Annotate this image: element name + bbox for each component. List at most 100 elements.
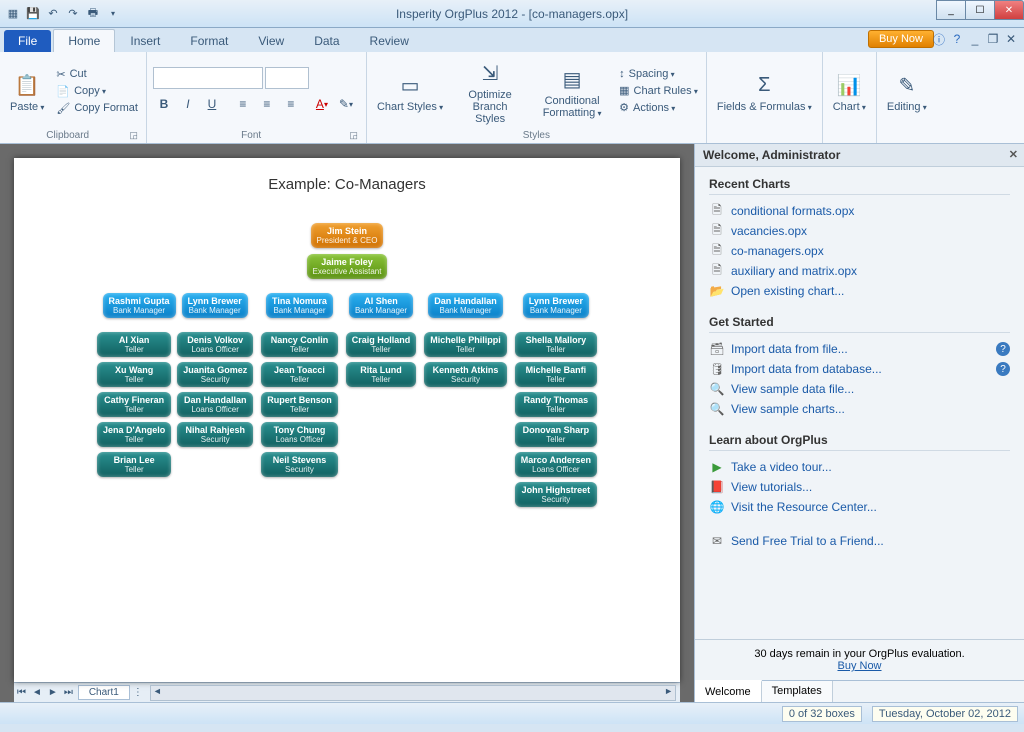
buy-now-button[interactable]: Buy Now [868,30,934,48]
node-employee[interactable]: Jean ToacciTeller [261,362,338,387]
maximize-button[interactable]: ☐ [965,0,995,20]
help-icon[interactable]: ? [996,342,1010,356]
highlight-button[interactable]: ✎ [335,93,357,115]
align-right-button[interactable]: ≡ [280,93,302,115]
align-center-button[interactable]: ≡ [256,93,278,115]
node-employee[interactable]: John HighstreetSecurity [515,482,597,507]
conditional-formatting-button[interactable]: ▤Conditional Formatting [533,54,611,128]
minimize-button[interactable]: _ [936,0,966,20]
help-icon[interactable]: ? [950,32,964,46]
node-employee[interactable]: Donovan SharpTeller [515,422,597,447]
cut-button[interactable]: ✂Cut [54,67,140,82]
node-employee[interactable]: Shella MalloryTeller [515,332,597,357]
bold-button[interactable]: B [153,93,175,115]
sample-file-link[interactable]: 🔍View sample data file... [709,379,1010,399]
node-employee[interactable]: Denis VolkovLoans Officer [177,332,253,357]
tab-review[interactable]: Review [355,29,424,52]
node-manager[interactable]: Dan HandallanBank Manager [428,293,503,318]
paste-button[interactable]: 📋Paste [6,54,48,128]
info-icon[interactable]: ⓘ [932,32,946,46]
copy-button[interactable]: 📄Copy [54,84,140,99]
resource-center-link[interactable]: 🌐Visit the Resource Center... [709,497,1010,517]
editing-button[interactable]: ✎Editing [883,54,931,128]
chart-rules-button[interactable]: ▦Chart Rules [617,83,700,98]
node-manager[interactable]: Tina NomuraBank Manager [266,293,333,318]
recent-item[interactable]: 🗎vacancies.opx [709,221,1010,241]
node-employee[interactable]: Nihal RahjeshSecurity [177,422,253,447]
font-launcher[interactable]: ◲ [349,130,358,141]
chart-page[interactable]: Example: Co-Managers Jim SteinPresident … [14,158,680,682]
font-size-select[interactable] [265,67,309,89]
node-employee[interactable]: Al XianTeller [97,332,171,357]
node-employee[interactable]: Cathy FineranTeller [97,392,171,417]
node-manager[interactable]: Rashmi GuptaBank Manager [103,293,176,318]
tab-format[interactable]: Format [175,29,243,52]
sheet-first[interactable]: ⏮ [14,687,29,698]
node-employee[interactable]: Michelle PhilippiTeller [424,332,507,357]
chart-styles-button[interactable]: ▭Chart Styles [373,54,447,128]
app-icon[interactable]: ▦ [4,5,22,23]
sample-charts-link[interactable]: 🔍View sample charts... [709,399,1010,419]
qat-dropdown[interactable] [104,5,122,23]
copy-format-button[interactable]: 🖌Copy Format [54,101,140,116]
sheet-next[interactable]: ► [45,687,61,698]
recent-item[interactable]: 🗎conditional formats.opx [709,201,1010,221]
tab-data[interactable]: Data [299,29,354,52]
node-employee[interactable]: Dan HandallanLoans Officer [177,392,253,417]
sheet-prev[interactable]: ◄ [29,687,45,698]
node-employee[interactable]: Xu WangTeller [97,362,171,387]
panel-tab-templates[interactable]: Templates [762,681,833,702]
sheet-tab[interactable]: Chart1 [78,685,130,700]
h-scrollbar[interactable] [150,685,676,701]
tab-home[interactable]: Home [53,29,115,52]
help-icon[interactable]: ? [996,362,1010,376]
close-button[interactable]: ✕ [994,0,1024,20]
node-employee[interactable]: Rupert BensonTeller [261,392,338,417]
open-existing-link[interactable]: 📂Open existing chart... [709,281,1010,301]
node-employee[interactable]: Neil StevensSecurity [261,452,338,477]
panel-close-icon[interactable]: ✕ [1009,148,1018,161]
node-employee[interactable]: Tony ChungLoans Officer [261,422,338,447]
fields-formulas-button[interactable]: ΣFields & Formulas [713,54,816,128]
file-tab[interactable]: File [4,30,51,52]
recent-item[interactable]: 🗎auxiliary and matrix.opx [709,261,1010,281]
mdi-restore-icon[interactable]: ❐ [986,32,1000,46]
node-employee[interactable]: Jena D'AngeloTeller [97,422,171,447]
recent-item[interactable]: 🗎co-managers.opx [709,241,1010,261]
mdi-close-icon[interactable]: ✕ [1004,32,1018,46]
node-manager[interactable]: Al ShenBank Manager [349,293,413,318]
tab-view[interactable]: View [243,29,299,52]
sheet-last[interactable]: ⏭ [61,687,76,698]
node-employee[interactable]: Juanita GomezSecurity [177,362,253,387]
tab-insert[interactable]: Insert [115,29,175,52]
import-db-link[interactable]: 🛢Import data from database...? [709,359,1010,379]
send-trial-link[interactable]: ✉Send Free Trial to a Friend... [709,531,1010,551]
undo-icon[interactable]: ↶ [44,5,62,23]
video-tour-link[interactable]: ▶Take a video tour... [709,457,1010,477]
redo-icon[interactable]: ↷ [64,5,82,23]
chart-button[interactable]: 📊Chart [829,54,870,128]
mdi-minimize-icon[interactable]: _ [968,32,982,46]
italic-button[interactable]: I [177,93,199,115]
node-employee[interactable]: Brian LeeTeller [97,452,171,477]
node-employee[interactable]: Craig HollandTeller [346,332,417,357]
node-employee[interactable]: Marco AndersenLoans Officer [515,452,597,477]
optimize-button[interactable]: ⇲Optimize Branch Styles [453,54,527,128]
node-manager[interactable]: Lynn BrewerBank Manager [182,293,248,318]
node-employee[interactable]: Rita LundTeller [346,362,417,387]
actions-button[interactable]: ⚙Actions [617,100,700,115]
node-employee[interactable]: Randy ThomasTeller [515,392,597,417]
font-family-select[interactable] [153,67,263,89]
panel-tab-welcome[interactable]: Welcome [695,680,762,702]
print-icon[interactable]: 🖶 [84,5,102,23]
sheet-options[interactable]: ⋮ [130,687,146,698]
save-icon[interactable]: 💾 [24,5,42,23]
node-manager[interactable]: Lynn BrewerBank Manager [523,293,589,318]
clipboard-launcher[interactable]: ◲ [129,130,138,141]
node-ea[interactable]: Jaime FoleyExecutive Assistant [307,254,388,279]
node-employee[interactable]: Nancy ConlinTeller [261,332,338,357]
align-left-button[interactable]: ≡ [232,93,254,115]
node-ceo[interactable]: Jim SteinPresident & CEO [311,223,384,248]
node-employee[interactable]: Michelle BanfiTeller [515,362,597,387]
spacing-button[interactable]: ↕Spacing [617,67,700,81]
